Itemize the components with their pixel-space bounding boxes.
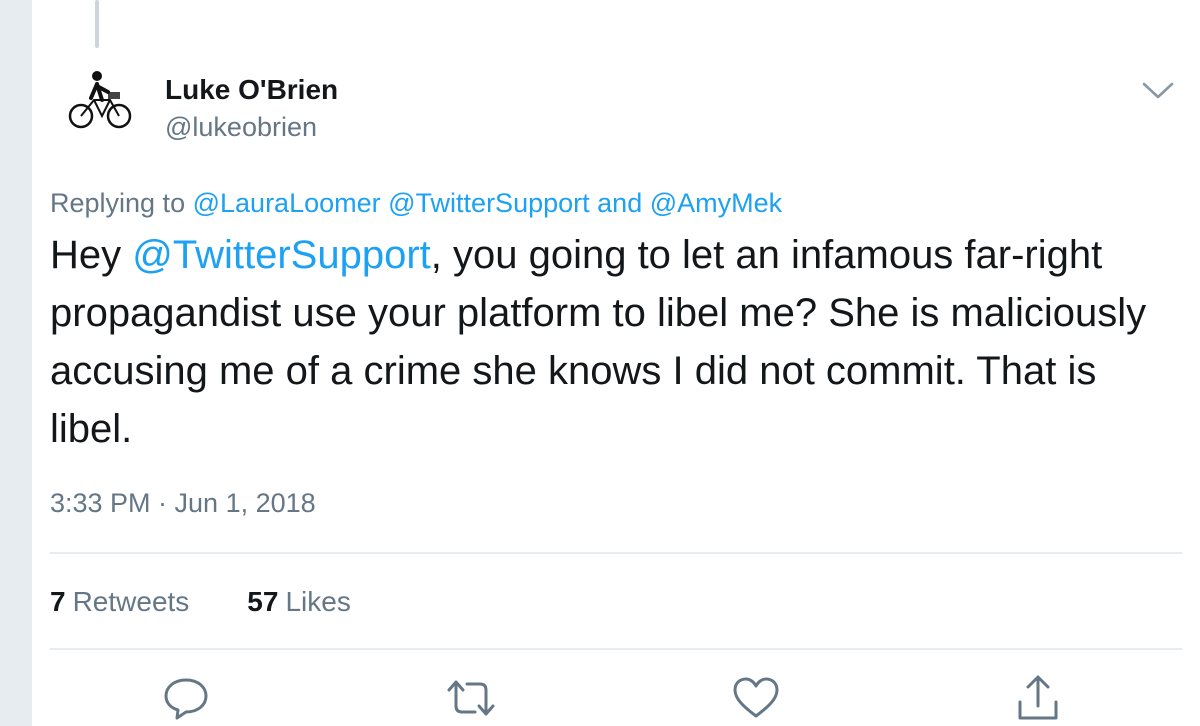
share-icon <box>1018 675 1058 720</box>
retweets-count: 7 <box>50 586 66 617</box>
heart-icon <box>733 677 779 718</box>
tweet-text-lead: Hey <box>50 233 133 277</box>
tweet-timestamp[interactable]: 3:33 PM · Jun 1, 2018 <box>50 488 316 519</box>
tweet-menu-button[interactable] <box>1140 78 1176 104</box>
likes-stat[interactable]: 57 Likes <box>247 586 351 618</box>
reply-mention-link[interactable]: @TwitterSupport <box>388 188 590 218</box>
timeline-background-strip <box>0 0 32 726</box>
reply-conjunction[interactable]: and <box>597 188 642 218</box>
reply-button[interactable] <box>158 670 214 726</box>
divider <box>50 552 1182 554</box>
cyclist-avatar-image <box>68 71 132 129</box>
avatar[interactable] <box>64 62 136 134</box>
likes-label: Likes <box>285 586 351 617</box>
divider <box>50 648 1182 650</box>
retweets-stat[interactable]: 7 Retweets <box>50 586 189 618</box>
thread-connector-line <box>95 0 99 48</box>
reply-icon <box>164 678 208 720</box>
replying-to-line: Replying to @LauraLoomer @TwitterSupport… <box>50 188 782 219</box>
share-button[interactable] <box>1010 670 1066 726</box>
reply-mention-link[interactable]: @LauraLoomer <box>193 188 381 218</box>
retweets-label: Retweets <box>72 586 190 617</box>
author-handle[interactable]: @lukeobrien <box>165 112 317 143</box>
tweet-text: Hey @TwitterSupport, you going to let an… <box>50 226 1160 458</box>
engagement-stats: 7 Retweets 57 Likes <box>50 586 351 618</box>
likes-count: 57 <box>247 586 279 617</box>
like-button[interactable] <box>728 670 784 726</box>
reply-mention-link[interactable]: @AmyMek <box>650 188 782 218</box>
retweet-button[interactable] <box>443 670 499 726</box>
tweet-mention-link[interactable]: @TwitterSupport <box>132 233 431 277</box>
retweet-icon <box>447 680 495 716</box>
chevron-down-icon <box>1142 82 1174 99</box>
replying-to-label: Replying to <box>50 188 186 218</box>
author-name[interactable]: Luke O'Brien <box>165 74 338 106</box>
